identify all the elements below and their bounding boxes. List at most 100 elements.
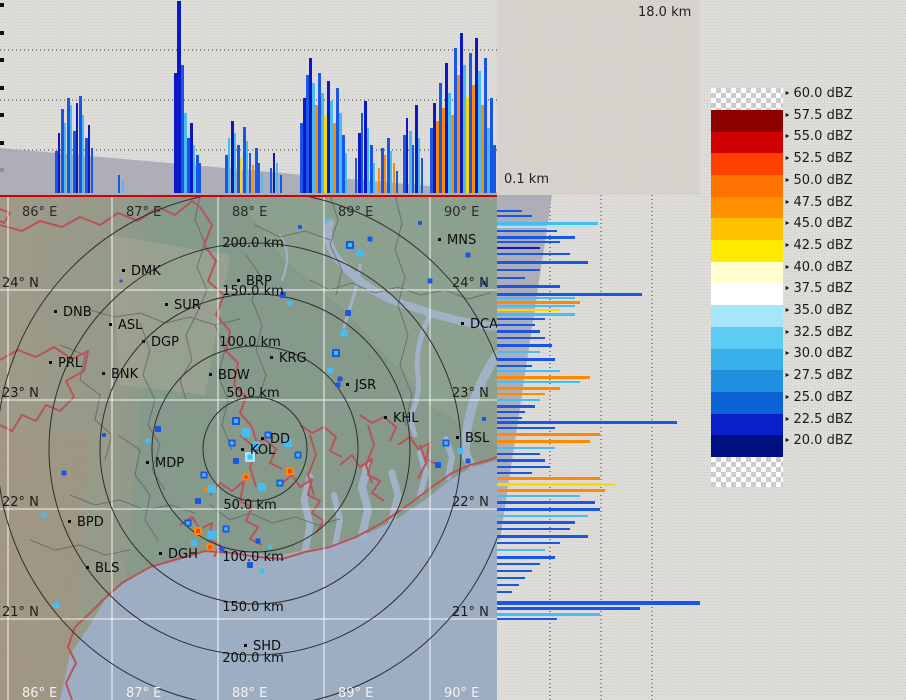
parallel-label-right: 22° N xyxy=(452,495,489,510)
precip-cell-core xyxy=(196,529,200,533)
profile-bar xyxy=(497,399,540,401)
profile-bar xyxy=(484,58,487,193)
profile-bar xyxy=(497,607,640,610)
precip-cell xyxy=(145,438,151,444)
profile-bar xyxy=(497,297,575,299)
profile-bar xyxy=(490,98,493,193)
profile-bar xyxy=(339,113,342,193)
profile-bar xyxy=(261,173,263,193)
profile-bar xyxy=(497,215,532,217)
profile-bar xyxy=(497,393,545,395)
precip-cell xyxy=(337,376,343,382)
precip-cell-core xyxy=(288,469,292,473)
city-dot xyxy=(346,383,349,386)
precip-cell-core xyxy=(358,251,362,255)
dbz-scale-label: 47.5 dBZ xyxy=(784,194,853,211)
city-label: BLS xyxy=(95,561,119,576)
dbz-scale-label: 60.0 dBZ xyxy=(784,85,853,102)
range-ring-label: 50.0 km xyxy=(226,386,279,401)
city-dot xyxy=(241,448,244,451)
profile-bar xyxy=(273,153,275,193)
top-profile-plot xyxy=(0,1,497,195)
city-dot xyxy=(456,436,459,439)
profile-bar xyxy=(228,138,230,193)
profile-bar xyxy=(403,135,406,193)
profile-bar xyxy=(497,584,519,586)
profile-bar xyxy=(497,309,560,311)
parallel-label-left: 21° N xyxy=(2,605,39,620)
profile-bar xyxy=(415,105,418,193)
city-label: JSR xyxy=(354,378,376,393)
profile-bar xyxy=(497,417,522,419)
profile-bar xyxy=(466,98,469,193)
profile-bar xyxy=(177,1,181,193)
profile-bar xyxy=(497,556,555,559)
profile-bar xyxy=(342,135,345,193)
side-profile-gridlines xyxy=(549,195,653,700)
profile-bar xyxy=(312,83,315,193)
profile-bar xyxy=(364,101,367,193)
dbz-scale-label: 25.0 dBZ xyxy=(784,389,853,406)
city-dot xyxy=(146,461,149,464)
profile-bar xyxy=(497,466,550,468)
profile-bar xyxy=(79,96,82,193)
city-label: MDP xyxy=(155,456,184,471)
profile-bar xyxy=(303,98,306,193)
profile-bar xyxy=(497,381,580,383)
precip-cell xyxy=(326,218,330,222)
profile-bar xyxy=(497,521,575,524)
side-panel-min-height-label: 0.1 km xyxy=(504,172,549,187)
profile-bar xyxy=(497,247,540,249)
profile-bar xyxy=(497,293,642,296)
range-ring-label: 200.0 km xyxy=(222,236,284,251)
precip-cell xyxy=(119,279,123,283)
scale-band-3 xyxy=(711,175,783,197)
precip-cell-core xyxy=(186,521,190,525)
profile-bar xyxy=(280,175,282,193)
city-dot xyxy=(209,373,212,376)
city-label: BDW xyxy=(218,368,250,383)
profile-bar xyxy=(361,113,363,193)
profile-bar xyxy=(439,83,442,193)
profile-bar xyxy=(497,337,545,339)
profile-bar xyxy=(190,123,193,193)
profile-bar xyxy=(497,365,532,367)
city-label: BSL xyxy=(465,431,490,446)
profile-bar xyxy=(412,145,414,193)
profile-bar xyxy=(497,305,575,307)
radar-display-window: 200.0 km 150.0 km 100.0 km 50.0 km 50.0 km 10… xyxy=(0,0,906,700)
profile-bar xyxy=(234,133,236,193)
scale-band-4 xyxy=(711,196,783,219)
city-label: BRP xyxy=(246,274,272,289)
precip-cell xyxy=(418,221,422,225)
profile-bar xyxy=(497,285,560,288)
profile-bar xyxy=(497,501,595,504)
profile-bar xyxy=(460,33,463,193)
profile-bar xyxy=(367,128,369,193)
profile-bar xyxy=(497,489,605,492)
profile-bar xyxy=(193,145,195,193)
profile-bar xyxy=(463,65,466,193)
precip-cell xyxy=(435,462,441,468)
side-height-profile-panel xyxy=(497,195,700,700)
axis-tick xyxy=(0,31,4,35)
city-dot xyxy=(68,520,71,523)
profile-bar xyxy=(225,155,228,193)
scale-band-1 xyxy=(711,131,783,154)
side-profile-plot xyxy=(497,195,700,700)
profile-bar xyxy=(231,121,234,193)
precip-cell xyxy=(465,458,471,464)
precip-cell-core xyxy=(243,430,249,436)
scale-band-above-max xyxy=(711,88,783,110)
precip-cell-core xyxy=(444,441,448,445)
scale-band-9 xyxy=(711,305,783,327)
meridian-label-top: 88° E xyxy=(232,205,267,220)
profile-bar xyxy=(497,433,600,436)
dbz-scale-label: 35.0 dBZ xyxy=(784,302,853,319)
profile-bar xyxy=(493,145,496,193)
city-label: MNS xyxy=(447,233,476,248)
precip-cell-core xyxy=(342,331,346,335)
profile-bar xyxy=(306,75,309,193)
range-ring-label: 100.0 km xyxy=(222,550,284,565)
profile-bar xyxy=(448,93,451,193)
